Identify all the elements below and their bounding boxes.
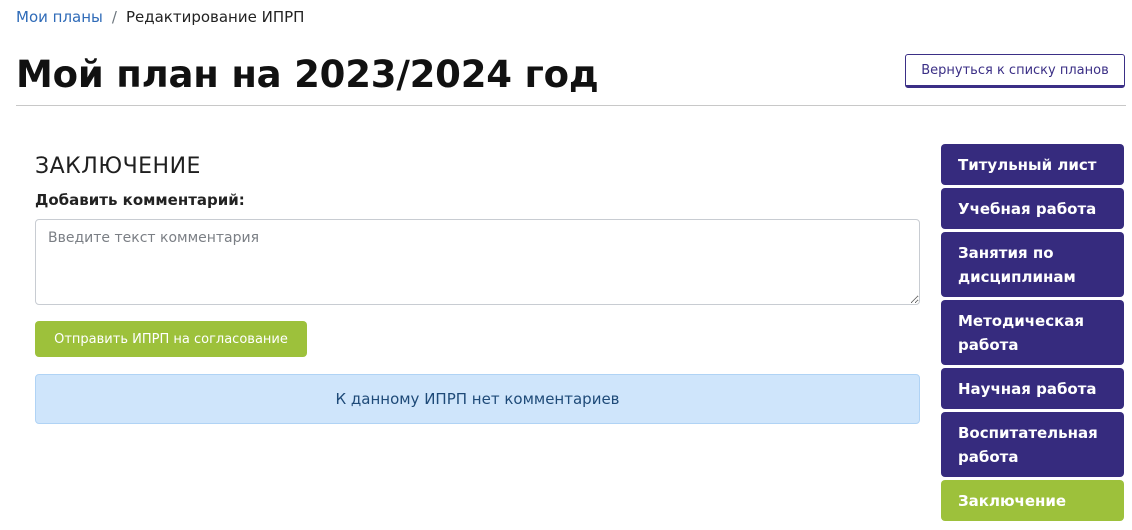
comment-label: Добавить комментарий: bbox=[35, 191, 245, 209]
nav-item-label: Методическая работа bbox=[958, 311, 1085, 354]
page-title: Мой план на 2023/2024 год bbox=[16, 53, 599, 96]
submit-for-approval-button[interactable]: Отправить ИПРП на согласование bbox=[35, 321, 307, 357]
breadcrumb-separator: / bbox=[111, 8, 117, 26]
no-comments-alert: К данному ИПРП нет комментариев bbox=[35, 374, 920, 424]
breadcrumb-link-my-plans[interactable]: Мои планы bbox=[16, 7, 103, 27]
nav-item-label: Научная работа bbox=[958, 379, 1097, 398]
nav-item-teaching-work[interactable]: Учебная работа bbox=[941, 188, 1124, 229]
no-comments-message: К данному ИПРП нет комментариев bbox=[335, 390, 620, 408]
nav-item-label: Занятия по дисциплинам bbox=[958, 243, 1076, 286]
nav-item-conclusion[interactable]: Заключение bbox=[941, 480, 1124, 521]
nav-item-label: Заключение bbox=[958, 491, 1067, 510]
nav-item-methodical-work[interactable]: Методическая работа bbox=[941, 300, 1124, 365]
title-divider bbox=[16, 105, 1126, 106]
breadcrumb: Мои планы / Редактирование ИПРП bbox=[16, 7, 304, 27]
breadcrumb-current: Редактирование ИПРП bbox=[125, 8, 305, 26]
nav-item-discipline-classes[interactable]: Занятия по дисциплинам bbox=[941, 232, 1124, 297]
nav-item-educational-work[interactable]: Воспитательная работа bbox=[941, 412, 1124, 477]
comment-textarea[interactable] bbox=[35, 219, 920, 305]
nav-item-label: Титульный лист bbox=[958, 155, 1097, 174]
nav-item-label: Учебная работа bbox=[958, 199, 1097, 218]
nav-item-label: Воспитательная работа bbox=[958, 423, 1098, 466]
section-heading: ЗАКЛЮЧЕНИЕ bbox=[35, 154, 201, 179]
back-to-plans-button[interactable]: Вернуться к списку планов bbox=[905, 54, 1125, 88]
nav-item-research-work[interactable]: Научная работа bbox=[941, 368, 1124, 409]
nav-item-title-page[interactable]: Титульный лист bbox=[941, 144, 1124, 185]
